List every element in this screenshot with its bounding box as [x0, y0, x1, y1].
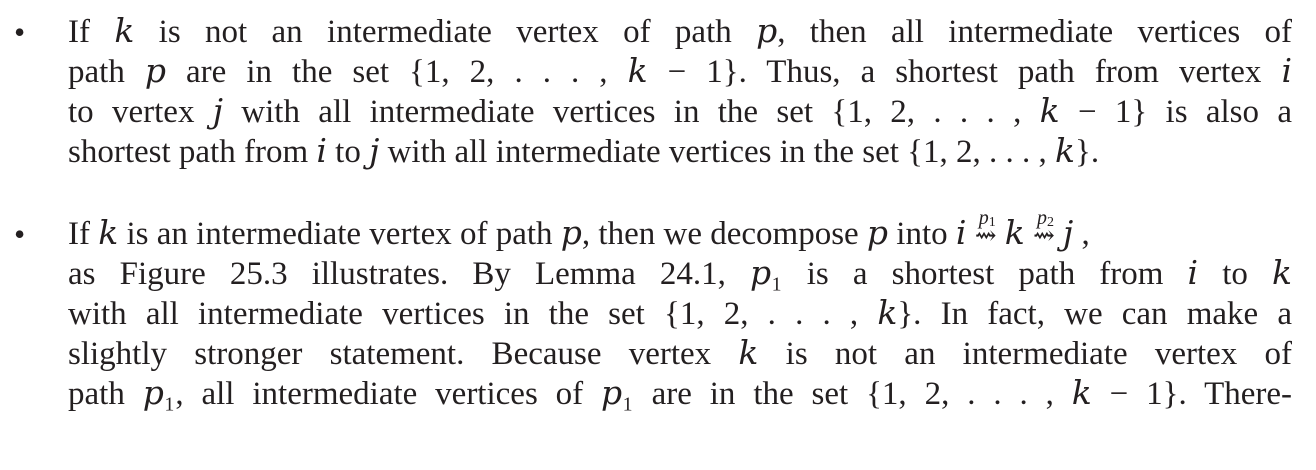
text-line: shortest path from 𝑖 to 𝑗 with all inter…: [68, 134, 1100, 170]
document-page: • If 𝑘 is not an intermediate vertex of …: [0, 0, 1316, 470]
path-label-p2: p2: [1037, 207, 1054, 230]
bullet-marker: •: [14, 216, 26, 252]
text-line: as Figure 25.3 illustrates. By Lemma 24.…: [68, 256, 1292, 292]
text-line: with all intermediate vertices in the se…: [68, 296, 1292, 332]
text-line: path 𝑝 are in the set {1, 2, . . . , 𝑘 −…: [68, 54, 1292, 90]
text-segment: 𝑗 ,: [1054, 216, 1090, 252]
path-arrow-p2: p2 ⇝: [1033, 207, 1055, 256]
path-label-p1: p1: [978, 207, 996, 230]
path-arrow-p1: p1 ⇝: [975, 207, 997, 256]
bullet-marker: •: [14, 14, 26, 50]
text-line: If 𝑘 is not an intermediate vertex of pa…: [68, 14, 1292, 50]
text-segment: 𝑘: [996, 216, 1033, 252]
text-line: to vertex 𝑗 with all intermediate vertic…: [68, 94, 1292, 130]
text-segment: If 𝑘 is an intermediate vertex of path 𝑝…: [68, 216, 975, 252]
text-line: slightly stronger statement. Because ver…: [68, 336, 1292, 372]
text-line-with-path-decomposition: If 𝑘 is an intermediate vertex of path 𝑝…: [68, 207, 1292, 256]
text-line: path 𝑝₁, all intermediate vertices of 𝑝₁…: [68, 376, 1292, 412]
